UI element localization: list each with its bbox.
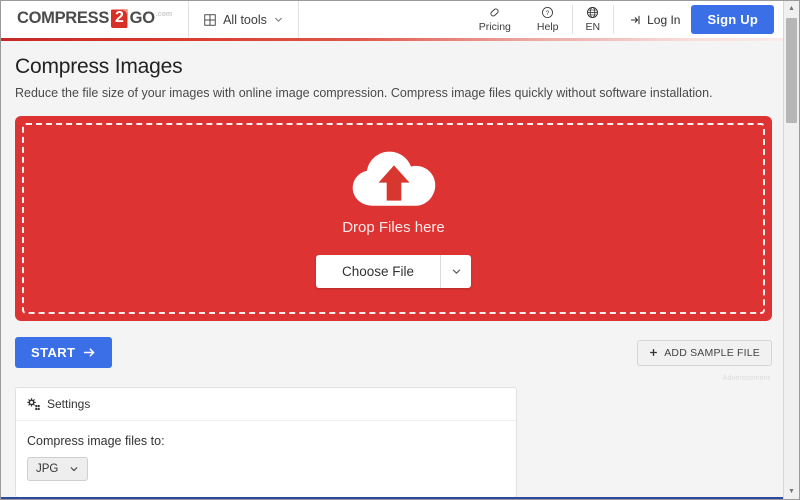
grid-icon [204,13,216,26]
nav-label-pricing: Pricing [478,21,511,33]
all-tools-menu[interactable]: All tools [189,1,299,38]
nav-label-help: Help [536,21,559,33]
vertical-scrollbar[interactable]: ▲ ▼ [783,1,799,499]
login-label: Log In [647,12,681,27]
signup-button[interactable]: Sign Up [691,5,774,34]
page-subtitle: Reduce the file size of your images with… [15,86,713,100]
page-viewport: COMPRESS 2 GO .com All tools Pricing ? H… [1,1,786,499]
dropzone-text: Drop Files here [342,219,445,236]
question-circle-icon: ? [541,6,554,19]
settings-heading: Settings [47,397,91,411]
site-logo[interactable]: COMPRESS 2 GO .com [1,1,190,38]
logo-badge-2: 2 [111,9,128,28]
page-bottom-rule [1,497,786,499]
tag-icon [488,6,501,19]
login-arrow-icon [631,15,640,24]
action-row: START ADD SAMPLE FILE [15,337,772,368]
start-label: START [31,345,76,360]
header-nav: Pricing ? Help EN [466,1,615,38]
login-button[interactable]: Log In [630,13,680,27]
browser-window: COMPRESS 2 GO .com All tools Pricing ? H… [0,0,800,500]
globe-icon [586,6,599,19]
settings-body: Compress image files to: JPG [16,421,516,497]
file-dropzone[interactable]: Drop Files here Choose File [15,116,772,321]
settings-panel: Settings Compress image files to: JPG [15,387,517,498]
compress-format-value: JPG [36,463,59,475]
logo-part2: GO [129,9,155,27]
start-button[interactable]: START [15,337,113,368]
cloud-upload-icon [352,151,435,206]
logo-suffix: .com [155,11,173,18]
add-sample-file-label: ADD SAMPLE FILE [664,346,760,359]
compress-format-select[interactable]: JPG [27,457,89,481]
choose-file-group: Choose File [315,255,472,288]
plus-icon [650,349,658,356]
compress-format-label: Compress image files to: [27,434,165,448]
nav-item-help[interactable]: ? Help [524,1,572,38]
choose-file-dropdown-button[interactable] [440,255,471,288]
nav-item-pricing[interactable]: Pricing [466,1,524,38]
advertisement-label: Advertisement [722,375,770,382]
scrollbar-thumb[interactable] [786,18,797,123]
arrow-right-icon [84,348,95,357]
auth-group: Log In Sign Up [614,1,786,38]
header-spacer [299,1,466,38]
logo-text: COMPRESS 2 GO .com [17,9,173,29]
scroll-down-button[interactable]: ▼ [784,484,799,499]
nav-label-language: EN [585,21,601,33]
page-title: Compress Images [15,55,183,78]
choose-file-button[interactable]: Choose File [316,255,440,288]
settings-header: Settings [16,388,516,421]
scroll-up-button[interactable]: ▲ [784,1,799,16]
svg-text:?: ? [546,10,550,17]
main-content: Compress Images Reduce the file size of … [1,41,786,498]
chevron-down-icon [71,467,78,472]
add-sample-file-button[interactable]: ADD SAMPLE FILE [637,339,772,366]
chevron-down-icon [275,17,282,22]
chevron-down-icon [452,269,460,274]
all-tools-label: All tools [223,12,267,27]
gear-icon [27,397,40,410]
nav-item-language[interactable]: EN [573,1,614,38]
logo-part1: COMPRESS [17,9,110,27]
site-header: COMPRESS 2 GO .com All tools Pricing ? H… [1,1,786,38]
